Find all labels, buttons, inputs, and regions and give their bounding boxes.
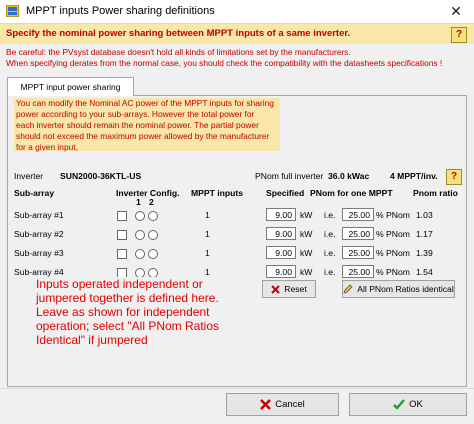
col-pnom-ratio: Pnom ratio [413, 188, 458, 198]
row-kw-input[interactable]: 9.00 [266, 208, 296, 221]
info-line: should not exceed the maximum power allo… [16, 131, 270, 141]
row-radio-config-2[interactable] [148, 211, 158, 221]
annotation-line: Inputs operated independent or [36, 277, 203, 291]
info-box: You can modify the Nominal AC power of t… [14, 98, 280, 152]
row-subarray-name: Sub-array #1 [14, 210, 64, 220]
cancel-button-label: Cancel [275, 399, 305, 410]
row-kw-unit: kW [300, 210, 313, 220]
row-pct-unit: % PNom [376, 229, 410, 239]
all-pnom-identical-button[interactable]: All PNom Ratios identical [342, 280, 455, 298]
inverter-model: SUN2000-36KTL-US [60, 171, 142, 181]
row-subarray-name: Sub-array #4 [14, 267, 64, 277]
reset-button-label: Reset [284, 284, 307, 294]
row-kw-input[interactable]: 9.00 [266, 227, 296, 240]
row-pct-input[interactable]: 25.00 [342, 227, 374, 240]
info-line: power according to your sub-arrays. Howe… [16, 109, 255, 119]
all-pnom-identical-label: All PNom Ratios identical [357, 284, 454, 294]
row-radio-config-1[interactable] [135, 249, 145, 259]
row-checkbox[interactable] [117, 211, 127, 221]
mppt-per-inverter: 4 MPPT/inv. [390, 171, 438, 181]
col-inverter-config: Inverter Config. [116, 188, 180, 198]
col-config-2: 2 [149, 197, 154, 207]
cancel-x-icon [260, 399, 272, 410]
warning-line-2: When specifying derates from the normal … [6, 58, 443, 68]
warning-line-1: Be careful: the PVsyst database doesn't … [6, 47, 351, 57]
row-radio-config-2[interactable] [148, 249, 158, 259]
row-radio-config-2[interactable] [148, 230, 158, 240]
bottom-separator [0, 388, 474, 389]
row-pct-unit: % PNom [376, 267, 410, 277]
row-pnom-ratio: 1.03 [416, 210, 433, 220]
row-radio-config-1[interactable] [135, 211, 145, 221]
info-line: each inverter should remain the nominal … [16, 120, 259, 130]
row-pnom-ratio: 1.17 [416, 229, 433, 239]
row-mppt-inputs: 1 [205, 210, 210, 220]
row-subarray-name: Sub-array #3 [14, 248, 64, 258]
annotation-note: Inputs operated independent or jumpered … [36, 277, 262, 347]
row-checkbox[interactable] [117, 230, 127, 240]
close-icon[interactable]: ✕ [444, 2, 468, 20]
reset-button[interactable]: Reset [262, 280, 316, 298]
row-ie: i.e. [324, 267, 336, 277]
row-kw-unit: kW [300, 267, 313, 277]
col-mppt-inputs: MPPT inputs [191, 188, 244, 198]
row-kw-input[interactable]: 9.00 [266, 246, 296, 259]
row-kw-input[interactable]: 9.00 [266, 265, 296, 278]
row-subarray-name: Sub-array #2 [14, 229, 64, 239]
row-radio-config-1[interactable] [135, 230, 145, 240]
row-pct-unit: % PNom [376, 210, 410, 220]
cancel-button[interactable]: Cancel [226, 393, 339, 416]
row-mppt-inputs: 1 [205, 229, 210, 239]
annotation-line: operation; select "All PNom Ratios [36, 319, 220, 333]
tab-mppt-power-sharing[interactable]: MPPT input power sharing [7, 77, 134, 96]
row-kw-unit: kW [300, 248, 313, 258]
app-icon [5, 4, 20, 18]
row-kw-unit: kW [300, 229, 313, 239]
info-line: You can modify the Nominal AC power of t… [16, 98, 274, 108]
window-title: MPPT inputs Power sharing definitions [26, 5, 215, 17]
row-pct-input[interactable]: 25.00 [342, 208, 374, 221]
col-specified: Specified [266, 188, 305, 198]
info-line: for a given input, [16, 142, 78, 152]
reset-x-icon [271, 284, 280, 294]
help-button[interactable]: ? [451, 27, 467, 43]
ok-button[interactable]: OK [349, 393, 467, 416]
row-ie: i.e. [324, 229, 336, 239]
inverter-help-button[interactable]: ? [446, 169, 462, 185]
header-text: Specify the nominal power sharing betwee… [6, 28, 351, 39]
checkmark-icon [393, 399, 406, 410]
inverter-label: Inverter [14, 171, 44, 181]
row-mppt-inputs: 1 [205, 267, 210, 277]
row-ie: i.e. [324, 210, 336, 220]
row-checkbox[interactable] [117, 249, 127, 259]
col-subarray: Sub-array [14, 188, 55, 198]
row-ie: i.e. [324, 248, 336, 258]
col-config-1: 1 [136, 197, 141, 207]
annotation-line: jumpered together is defined here. [36, 291, 219, 305]
annotation-line: Identical" if jumpered [36, 333, 148, 347]
row-pct-input[interactable]: 25.00 [342, 265, 374, 278]
row-pct-unit: % PNom [376, 248, 410, 258]
ok-button-label: OK [409, 399, 423, 410]
annotation-line: Leave as shown for independent [36, 305, 210, 319]
row-pct-input[interactable]: 25.00 [342, 246, 374, 259]
pnom-full-label: PNom full inverter [255, 171, 324, 181]
row-pnom-ratio: 1.54 [416, 267, 433, 277]
col-pnom-one-mppt: PNom for one MPPT [310, 188, 393, 198]
pencil-icon [343, 284, 353, 294]
row-mppt-inputs: 1 [205, 248, 210, 258]
row-pnom-ratio: 1.39 [416, 248, 433, 258]
pnom-full-value: 36.0 kWac [328, 171, 370, 181]
